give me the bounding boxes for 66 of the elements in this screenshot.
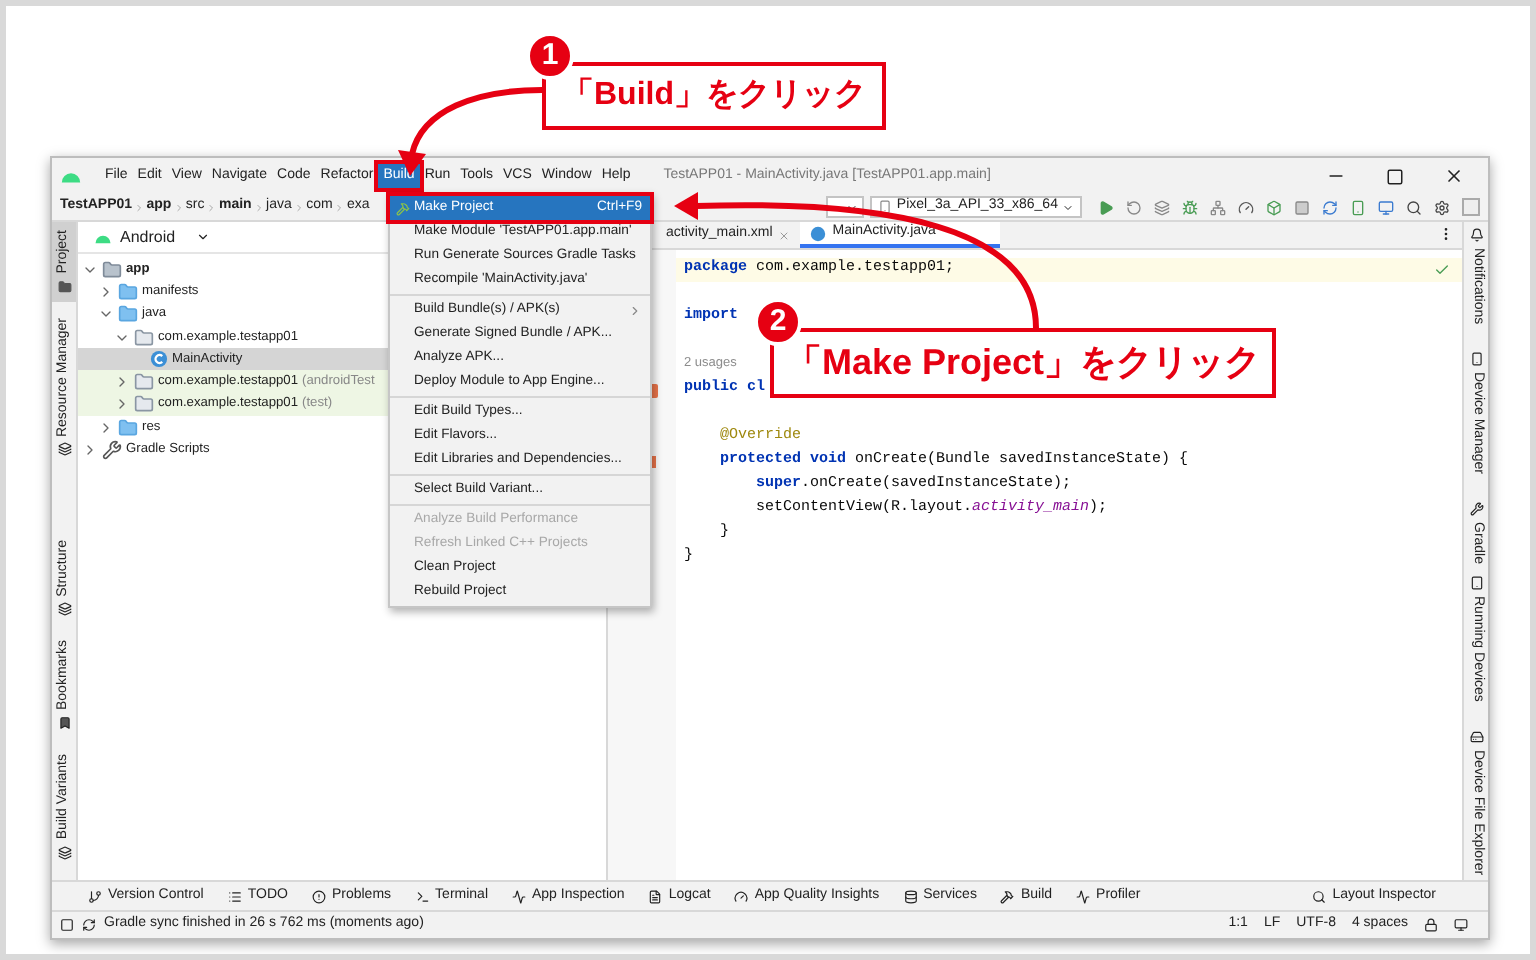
breadcrumb-separator-icon bbox=[206, 201, 217, 213]
side-tab-icon bbox=[57, 279, 71, 294]
tool-window-icon bbox=[903, 889, 918, 903]
tool-window-icon bbox=[1076, 889, 1091, 903]
side-tab-icon bbox=[1469, 730, 1483, 745]
side-tab-icon bbox=[1469, 576, 1483, 591]
tool-window-icon bbox=[734, 889, 749, 903]
close-icon[interactable] bbox=[1444, 166, 1464, 186]
tool-window-icon bbox=[88, 889, 102, 903]
class-icon bbox=[150, 350, 168, 369]
panel-toggle-icon[interactable] bbox=[60, 918, 74, 932]
breadcrumb-separator-icon bbox=[134, 201, 145, 213]
search-icon[interactable] bbox=[1405, 199, 1422, 215]
submenu-icon bbox=[628, 303, 642, 317]
no-problems-icon bbox=[1434, 262, 1450, 278]
phone-icon bbox=[878, 200, 893, 214]
expand-icon[interactable] bbox=[98, 283, 114, 300]
folder-icon bbox=[118, 304, 138, 325]
folder-icon bbox=[118, 281, 138, 302]
sync-icon bbox=[82, 918, 96, 932]
run-icon[interactable] bbox=[1097, 199, 1114, 215]
project-view-dropdown[interactable]: Android bbox=[120, 225, 176, 249]
tool-window-icon bbox=[512, 889, 526, 903]
module-folder-icon bbox=[102, 259, 122, 280]
package-folder-icon bbox=[134, 394, 154, 415]
close-tab-icon[interactable] bbox=[778, 229, 791, 241]
step-number: 1 bbox=[526, 32, 574, 80]
breadcrumb-separator-icon bbox=[253, 201, 265, 213]
gradle-icon bbox=[102, 440, 122, 461]
package-folder-icon bbox=[134, 327, 154, 348]
breadcrumb-separator-icon bbox=[293, 201, 305, 213]
profile-icon[interactable] bbox=[1237, 199, 1254, 215]
side-tab-icon bbox=[1469, 502, 1483, 517]
side-tab-icon bbox=[1469, 228, 1483, 242]
side-tab-icon bbox=[57, 442, 71, 457]
package-folder-icon bbox=[134, 372, 154, 393]
side-tab-icon bbox=[57, 846, 71, 860]
class-icon bbox=[810, 225, 827, 241]
callout-box: 「Make Project」をクリック bbox=[770, 328, 1277, 398]
caret-icon bbox=[846, 201, 859, 213]
caret-icon[interactable] bbox=[195, 230, 210, 244]
side-tab-icon bbox=[57, 716, 71, 731]
lock-icon[interactable] bbox=[1424, 918, 1438, 932]
maximize-icon[interactable] bbox=[1386, 167, 1404, 185]
breadcrumb-separator-icon bbox=[334, 201, 345, 213]
tool-window-icon bbox=[1000, 889, 1015, 903]
hammer-icon bbox=[396, 201, 410, 215]
android-logo-icon bbox=[60, 168, 82, 184]
tool-window-icon bbox=[648, 889, 663, 903]
stop-icon[interactable] bbox=[1293, 199, 1310, 215]
breadcrumb-separator-icon bbox=[173, 201, 184, 213]
side-tab-icon bbox=[1469, 352, 1483, 367]
debug-icon[interactable] bbox=[1181, 199, 1198, 215]
tool-window-icon bbox=[311, 889, 326, 903]
settings-icon[interactable] bbox=[1433, 199, 1450, 215]
side-tab-icon bbox=[57, 602, 71, 617]
tool-window-icon bbox=[1312, 889, 1327, 903]
callout-box: 「Build」をクリック bbox=[542, 62, 886, 130]
caret-icon bbox=[1061, 201, 1074, 213]
device-manager-icon[interactable] bbox=[1349, 199, 1366, 215]
sync-icon[interactable] bbox=[1321, 199, 1338, 215]
tool-window-icon bbox=[415, 889, 430, 903]
rerun-icon[interactable] bbox=[1125, 199, 1142, 215]
folder-icon bbox=[118, 417, 138, 438]
tool-window-icon bbox=[227, 889, 242, 903]
android-icon bbox=[94, 231, 112, 243]
